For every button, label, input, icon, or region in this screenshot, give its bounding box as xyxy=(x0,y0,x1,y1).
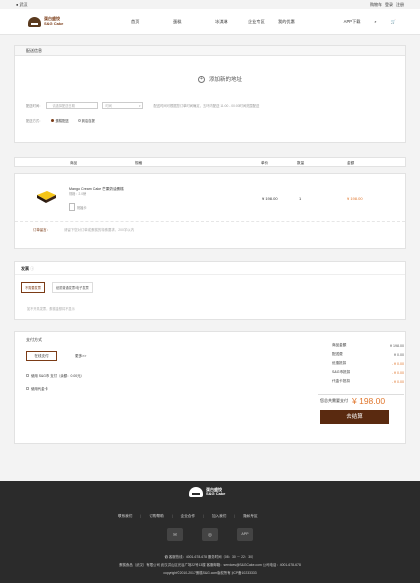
col-spec: 规格 xyxy=(135,161,143,165)
nav-item-cake[interactable]: 蛋糕 xyxy=(173,19,215,25)
plus-icon: + xyxy=(198,75,205,83)
total-payable: 您总共需要支付 ¥ 198.00 xyxy=(320,396,385,406)
radio-delivery[interactable]: 蛋糕配送 xyxy=(51,118,69,123)
col-amount: 金额 xyxy=(347,161,355,165)
city-label: 武汉 xyxy=(19,1,28,7)
invoice-title: 发票 ⓘ xyxy=(15,262,405,275)
summary-row: 商品金额 ¥ 198.00 xyxy=(332,343,404,348)
use-coin-option[interactable]: 使用 S&G币 支付（余额：0.00元） xyxy=(26,373,84,378)
footer-link[interactable]: 加入我们 xyxy=(212,514,226,519)
footer-link[interactable]: 隐私专区 xyxy=(243,514,257,519)
product-name-block: Mango Cream Cake 芒果奶油蛋糕 规格：2.0磅 xyxy=(69,187,124,197)
order-remark: 订单留言： 请留下您对订单或蛋糕的特殊要求，200字以内 xyxy=(15,221,405,232)
date-input[interactable]: 请选择配送日期 xyxy=(46,102,99,109)
footer-link[interactable]: 企业合作 xyxy=(181,514,195,519)
chef-hat-icon xyxy=(28,16,41,27)
copyright: copyright©2010-2017蛋糕S&G.com版权所有 |ICP备10… xyxy=(163,571,257,575)
summary-row: 配送费 ¥ 0.00 xyxy=(332,352,404,357)
radio-pickup[interactable]: 到店自提 xyxy=(77,118,95,123)
online-pay-button[interactable]: 在线支付 xyxy=(26,351,57,361)
cart-link[interactable]: 购物车 xyxy=(370,2,382,8)
brand-name-en: S&G Cake xyxy=(44,20,64,26)
product-qty: 1 xyxy=(299,196,302,201)
delivery-time-row: 配送时间： 请选择配送日期 时间 配送时间可根据您订单时间确定，五环内配送 11… xyxy=(26,102,259,109)
app-download-link[interactable]: APP下载 xyxy=(344,19,361,25)
help-icon: ⓘ xyxy=(30,266,35,271)
nav-item-offers[interactable]: 我的优惠 xyxy=(278,19,295,25)
remark-input[interactable]: 请留下您对订单或蛋糕的特殊要求，200字以内 xyxy=(64,227,134,232)
remark-label: 订单留言： xyxy=(33,228,50,232)
location[interactable]: ● 武汉 xyxy=(16,2,28,8)
total-amount: ¥ 198.00 xyxy=(352,396,386,406)
product-table-header: 商品 规格 单价 数量 金额 xyxy=(14,157,406,167)
delivery-title: 配送信息 xyxy=(15,46,405,56)
product-amount: ¥ 198.00 xyxy=(347,196,363,201)
divider xyxy=(318,394,404,395)
checkout-button[interactable]: 去结算 xyxy=(320,410,389,424)
product-spec: 规格：2.0磅 xyxy=(69,192,87,197)
nav-item-icecream[interactable]: 冰淇淋 xyxy=(215,19,248,25)
account-links: 购物车 登录 注册 xyxy=(370,2,404,8)
greeting-card[interactable]: 祝福卡 xyxy=(69,203,87,211)
method-label: 配送方式： xyxy=(26,119,43,123)
card-label: 祝福卡 xyxy=(77,205,87,210)
cart-icon[interactable]: 🛒 xyxy=(391,19,396,25)
top-bar: ● 武汉 购物车 登录 注册 xyxy=(0,0,420,9)
checkbox-icon xyxy=(26,374,29,377)
add-address-button[interactable]: + 添加新的地址 xyxy=(198,75,242,83)
tab-paper-invoice[interactable]: 纸质普通发票/电子发票 xyxy=(51,282,93,293)
register-link[interactable]: 注册 xyxy=(396,2,404,8)
footer-link[interactable]: 订购帮助 xyxy=(149,514,163,519)
nav-right: APP下载 ⌕ 🛒 xyxy=(344,19,396,25)
product-price: ¥ 198.00 xyxy=(262,196,278,201)
main-nav: 蛋白盛饺 S&G Cake 首页 蛋糕 冰淇淋 企业专区 我的优惠 APP下载 ⌕… xyxy=(0,9,420,35)
nav-item-enterprise[interactable]: 企业专区 xyxy=(248,19,278,25)
cake-image xyxy=(37,191,56,203)
delivery-section: 配送信息 + 添加新的地址 配送时间： 请选择配送日期 时间 配送时间可根据您订… xyxy=(14,45,406,143)
weibo-icon[interactable]: ◎ xyxy=(202,528,218,541)
time-label: 配送时间： xyxy=(26,104,43,108)
add-address-label: 添加新的地址 xyxy=(209,77,243,83)
brand-logo[interactable]: 蛋白盛饺 S&G Cake xyxy=(28,16,64,27)
checkbox-icon xyxy=(26,387,29,390)
summary-row: S&G币抵扣 - ¥ 0.00 xyxy=(332,370,404,375)
footer-logo: 蛋白盛饺 S&G Cake xyxy=(189,487,225,497)
hotline-text: ☎ 客服热线：4001-678-678 服务时间（08：30 － 22：30） xyxy=(164,555,256,559)
card-icon xyxy=(69,203,75,211)
order-summary: 商品金额 ¥ 198.00 配送费 ¥ 0.00 优惠抵扣 - ¥ 0.00 S&G币… xyxy=(332,341,404,386)
invoice-note: 如不开具发票，蛋糕金额将不显示 xyxy=(27,307,75,311)
delivery-method-row: 配送方式： 蛋糕配送 到店自提 xyxy=(26,118,95,123)
col-qty: 数量 xyxy=(297,161,305,165)
wechat-icon[interactable]: ✉ xyxy=(167,528,183,541)
more-payment-link[interactable]: 更多>> xyxy=(75,354,86,359)
tab-no-invoice[interactable]: 不需要发票 xyxy=(21,282,45,293)
chef-hat-icon xyxy=(189,487,203,497)
delivery-hint: 配送时间可根据您订单时间确定，五环内配送 11:00 - 00:00时间范围配送 xyxy=(153,104,260,108)
company-info: 蛋糕食品（武汉）有限公司 武汉洪山区光谷广场22号13楼 客服邮箱：servic… xyxy=(119,563,301,567)
payment-title: 支付方式 xyxy=(26,337,42,342)
total-label: 您总共需要支付 xyxy=(320,398,348,403)
col-price: 单价 xyxy=(261,161,269,165)
invoice-section: 发票 ⓘ 不需要发票 纸质普通发票/电子发票 如不开具发票，蛋糕金额将不显示 xyxy=(14,261,406,320)
app-icon[interactable]: APP xyxy=(237,528,253,541)
nav-item-home[interactable]: 首页 xyxy=(131,19,173,25)
payment-section: 支付方式 在线支付 更多>> 使用 S&G币 支付（余额：0.00元） 使用代金… xyxy=(14,331,406,444)
nav-menu: 首页 蛋糕 冰淇淋 企业专区 我的优惠 xyxy=(131,19,295,25)
summary-row: 优惠抵扣 - ¥ 0.00 xyxy=(332,361,404,366)
invoice-tabs: 不需要发票 纸质普通发票/电子发票 xyxy=(21,282,93,293)
search-icon[interactable]: ⌕ xyxy=(374,19,376,24)
footer: 蛋白盛饺 S&G Cake 联系我们 | 订购帮助 | 企业合作 | 加入我们 | 隐私专… xyxy=(0,481,420,583)
summary-row: 代金卡抵扣 - ¥ 0.00 xyxy=(332,379,404,384)
use-card-option[interactable]: 使用代金卡 xyxy=(26,386,48,391)
footer-links: 联系我们 | 订购帮助 | 企业合作 | 加入我们 | 隐私专区 xyxy=(118,514,258,519)
footer-link[interactable]: 联系我们 xyxy=(118,514,132,519)
col-product: 商品 xyxy=(70,161,78,165)
product-row: Mango Cream Cake 芒果奶油蛋糕 规格：2.0磅 祝福卡 ¥ 19… xyxy=(14,173,406,249)
time-select[interactable]: 时间 xyxy=(102,102,144,109)
login-link[interactable]: 登录 xyxy=(385,2,393,8)
